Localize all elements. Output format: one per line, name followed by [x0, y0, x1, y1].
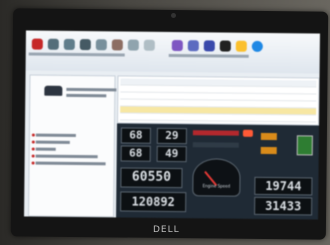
connect-icon[interactable]	[47, 38, 59, 50]
module-icon[interactable]	[187, 40, 199, 52]
gauge-title: Engine Speed	[202, 183, 231, 189]
toolbar-label-bar	[200, 54, 217, 58]
toolbar-label-bar	[44, 52, 61, 56]
report-icon[interactable]	[95, 39, 107, 51]
status-dot-icon	[31, 147, 35, 151]
vehicle-tree-panel	[28, 74, 117, 218]
toolbar-label-bar	[28, 52, 45, 56]
tree-item[interactable]	[66, 93, 107, 98]
status-bar	[192, 130, 239, 136]
action-button[interactable]	[260, 146, 277, 155]
status-dot-icon	[31, 161, 35, 165]
action-button[interactable]	[260, 132, 277, 141]
odometer-readout: 120892	[120, 191, 187, 213]
webcam-icon	[171, 13, 176, 18]
graph-icon[interactable]	[143, 39, 155, 51]
car-icon	[44, 85, 63, 96]
toolbar-label-bar	[184, 54, 201, 58]
status-bar	[192, 142, 239, 148]
status-dot-icon	[31, 140, 35, 144]
photo-scene: 68 29 68 49 60550 120892 Engine Speed 19…	[0, 0, 330, 245]
lcd-readout: 49	[156, 145, 187, 163]
tree-item[interactable]	[35, 147, 56, 151]
toolbar-label-bar	[168, 53, 185, 58]
settings-icon[interactable]	[63, 38, 75, 50]
live-dashboard: 68 29 68 49 60550 120892 Engine Speed 19…	[116, 123, 320, 220]
lcd-readout: 19744	[254, 176, 313, 196]
tree-item[interactable]	[35, 133, 76, 137]
status-dot-icon	[31, 154, 35, 158]
log-icon[interactable]	[127, 39, 139, 51]
toolbar-label-bar	[108, 53, 125, 57]
lcd-readout: 68	[120, 127, 151, 144]
tree-item[interactable]	[66, 87, 117, 92]
toolbar-label-bar	[76, 52, 93, 57]
engine-speed-gauge: Engine Speed	[192, 158, 241, 197]
scan-icon[interactable]	[79, 39, 91, 51]
tree-item[interactable]	[35, 140, 70, 144]
table-row[interactable]	[120, 113, 317, 123]
data-grid	[117, 75, 320, 126]
lcd-readout: 68	[120, 145, 151, 162]
brand-logo: DELL	[153, 225, 180, 235]
lcd-readout: 31433	[254, 196, 313, 216]
toolbar-label-bar	[60, 52, 77, 56]
data-icon[interactable]	[111, 39, 123, 51]
tree-item[interactable]	[35, 161, 106, 166]
star-icon[interactable]	[235, 40, 247, 52]
battery-icon	[296, 135, 313, 156]
graduation-cap-icon[interactable]	[219, 40, 231, 52]
toolbar-label-bar	[92, 53, 109, 57]
info-icon[interactable]	[203, 40, 215, 52]
toolbar	[25, 30, 320, 74]
tree-item[interactable]	[35, 154, 98, 159]
toolbar-label-bar	[216, 54, 233, 58]
odometer-readout: 60550	[120, 167, 183, 189]
lcd-readout: 29	[156, 127, 187, 145]
laptop-screen: 68 29 68 49 60550 120892 Engine Speed 19…	[24, 30, 320, 220]
warning-lamp-icon	[242, 129, 253, 137]
open-icon[interactable]	[31, 38, 43, 50]
tools-icon[interactable]	[171, 39, 183, 52]
status-dot-icon	[31, 133, 35, 137]
toolbar-label-bar	[232, 54, 249, 58]
help-icon[interactable]	[251, 40, 263, 52]
